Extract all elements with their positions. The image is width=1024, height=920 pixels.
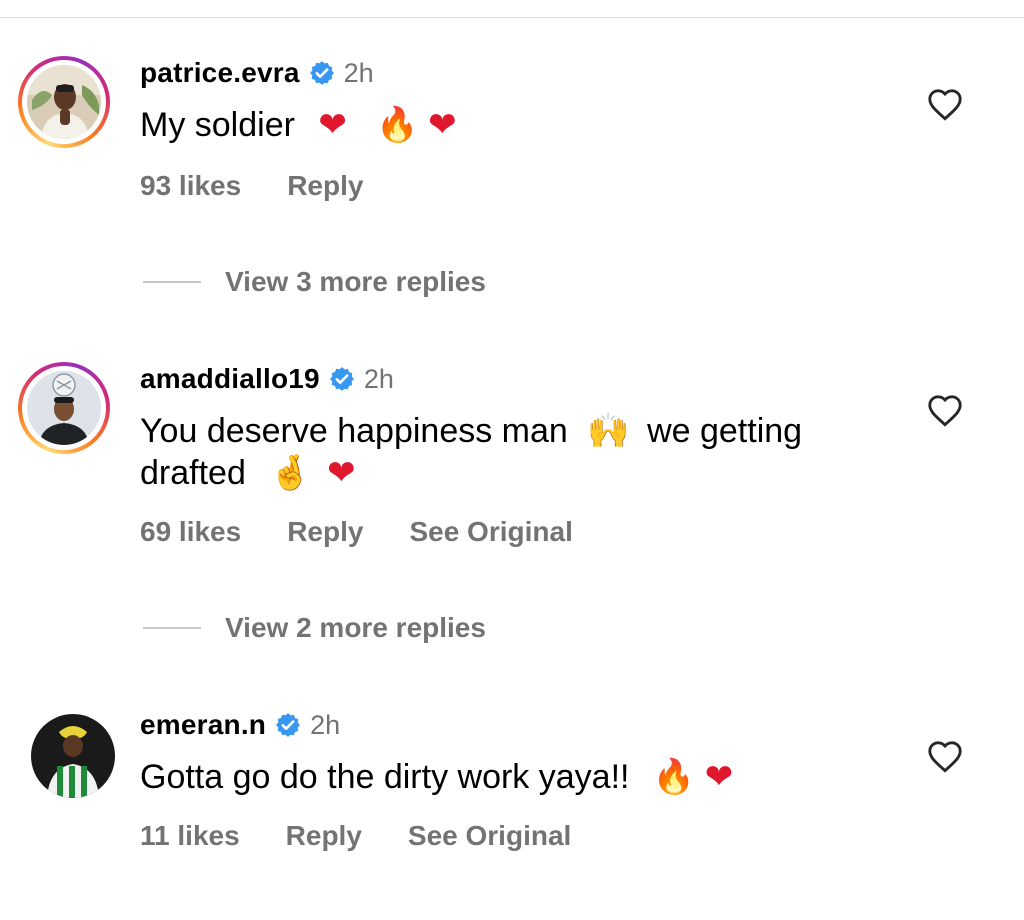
heart-emoji: ❤ (327, 453, 356, 493)
comment-text: My soldier ❤ 🔥 ❤ (140, 104, 900, 146)
reply-button[interactable]: Reply (287, 516, 363, 548)
avatar-story-ring[interactable] (18, 56, 110, 148)
avatar (27, 371, 101, 445)
crossed-fingers-emoji: 🤞 (269, 453, 312, 493)
heart-outline-icon[interactable] (926, 738, 964, 774)
comment-meta: 11 likes Reply See Original (140, 820, 617, 852)
comment-text-line1-tail: we getting (647, 412, 803, 450)
fire-emoji: 🔥 (652, 757, 696, 797)
username[interactable]: amaddiallo19 (140, 363, 320, 395)
comment-meta: 93 likes Reply (140, 170, 409, 202)
heart-emoji: ❤ (704, 757, 734, 797)
view-replies-button[interactable]: View 3 more replies (143, 266, 486, 298)
like-count[interactable]: 93 likes (140, 170, 241, 202)
username[interactable]: patrice.evra (140, 57, 300, 89)
verified-badge-icon (329, 367, 354, 391)
heart-outline-icon[interactable] (926, 392, 964, 428)
avatar-wrap[interactable] (31, 714, 115, 798)
avatar (31, 714, 115, 798)
verified-badge-icon (276, 713, 301, 737)
comment-text: Gotta go do the dirty work yaya!! 🔥 ❤ (140, 756, 900, 798)
view-replies-line (143, 627, 201, 629)
comment-text: You deserve happiness man 🙌 we getting d… (140, 410, 900, 494)
view-replies-line (143, 281, 201, 283)
see-original-button[interactable]: See Original (409, 516, 572, 548)
raising-hands-emoji: 🙌 (587, 411, 630, 451)
comment-text-line2: drafted (140, 454, 246, 492)
reply-button[interactable]: Reply (286, 820, 362, 852)
comment-time: 2h (310, 709, 341, 740)
heart-emoji: ❤ (428, 105, 457, 145)
like-count[interactable]: 69 likes (140, 516, 241, 548)
avatar-story-ring[interactable] (18, 362, 110, 454)
comment-time: 2h (343, 57, 374, 88)
comment-text-line1: You deserve happiness man (140, 412, 568, 450)
view-replies-label: View 2 more replies (225, 612, 486, 643)
comment-text-body: Gotta go do the dirty work yaya!! (140, 758, 630, 796)
view-replies-label: View 3 more replies (225, 266, 486, 297)
comment-time: 2h (363, 363, 394, 394)
view-replies-button[interactable]: View 2 more replies (143, 612, 486, 644)
username[interactable]: emeran.n (140, 709, 266, 741)
see-original-button[interactable]: See Original (408, 820, 571, 852)
reply-button[interactable]: Reply (287, 170, 363, 202)
verified-badge-icon (309, 61, 334, 85)
avatar (27, 65, 101, 139)
heart-emoji: ❤ (318, 105, 347, 145)
comment-text-body: My soldier (140, 106, 295, 144)
heart-outline-icon[interactable] (926, 86, 964, 122)
top-divider (0, 17, 1024, 18)
like-count[interactable]: 11 likes (140, 820, 240, 852)
comment-meta: 69 likes Reply See Original (140, 516, 619, 548)
fire-emoji: 🔥 (376, 105, 419, 145)
